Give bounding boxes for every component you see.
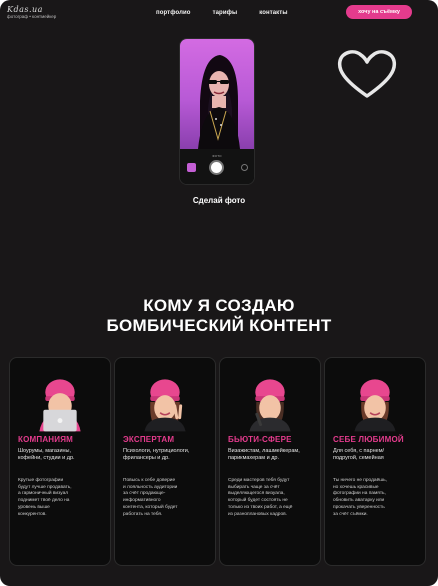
card-description: Среди мастеров тебя будут выбирать чаще … <box>228 478 293 517</box>
section-headline: КОМУ Я СОЗДАЮ БОМБИЧЕСКИЙ КОНТЕНТ <box>0 296 438 336</box>
page: Kdas.ua фотограф • контмейкер портфолио … <box>0 0 438 586</box>
audience-card-self: СЕБЕ ЛЮБИМОЙ Для себя, с парнем/ подруго… <box>324 357 426 566</box>
audience-cards: КОМПАНИЯМ Шоурумы, магазины, кофейни, ст… <box>9 357 429 567</box>
card-title: СЕБЕ ЛЮБИМОЙ <box>333 435 404 444</box>
audience-card-experts: ЭКСПЕРТАМ Психологи, нутрициологи, фрила… <box>114 357 216 566</box>
card-subtitle: Психологи, нутрициологи, фрилансеры и др… <box>123 448 190 461</box>
main-nav: портфолио тарифы контакты <box>156 10 288 16</box>
headline-line-2: БОМБИЧЕСКИЙ КОНТЕНТ <box>106 316 332 335</box>
headline-line-1: КОМУ Я СОЗДАЮ <box>143 296 295 315</box>
memoji-brush-avatar <box>249 379 291 432</box>
gallery-thumbnail[interactable] <box>187 163 196 172</box>
nav-contacts[interactable]: контакты <box>259 10 287 16</box>
phone-mockup: ФОТО <box>179 38 255 185</box>
card-title: БЬЮТИ-СФЕРЕ <box>228 435 292 444</box>
card-title: ЭКСПЕРТАМ <box>123 435 175 444</box>
shutter-button[interactable] <box>209 160 224 175</box>
memoji-peace-avatar <box>144 379 186 432</box>
card-subtitle: Шоурумы, магазины, кофейни, студии и др. <box>18 448 75 461</box>
camera-mode-label: ФОТО <box>212 154 222 158</box>
memoji-laptop-avatar <box>39 379 81 432</box>
hero-caption: Сделай фото <box>192 196 246 205</box>
card-subtitle: Визажистам, лашмейкерам, парикмахерам и … <box>228 448 300 461</box>
nav-portfolio[interactable]: портфолио <box>156 10 191 16</box>
card-description: Крутые фотографии будут лучше продавать,… <box>18 478 72 517</box>
nav-pricing[interactable]: тарифы <box>213 10 238 16</box>
logo-script: Kdas.ua <box>7 5 43 14</box>
logo-subtitle: фотограф • контмейкер <box>7 14 57 19</box>
card-description: Ты ничего не продаёшь, но хочешь красивы… <box>333 478 387 517</box>
audience-card-companies: КОМПАНИЯМ Шоурумы, магазины, кофейни, ст… <box>9 357 111 566</box>
card-description: Повысь к себе доверие и лояльность аудит… <box>123 478 178 517</box>
audience-card-beauty: БЬЮТИ-СФЕРЕ Визажистам, лашмейкерам, пар… <box>219 357 321 566</box>
logo[interactable]: Kdas.ua фотограф • контмейкер <box>7 5 56 19</box>
card-title: КОМПАНИЯМ <box>18 435 74 444</box>
heart-icon <box>337 50 397 98</box>
woman-portrait-illustration <box>198 55 240 149</box>
card-subtitle: Для себя, с парнем/ подругой, семейная <box>333 448 385 461</box>
camera-flip-icon[interactable] <box>241 164 248 171</box>
phone-photo <box>180 39 254 149</box>
memoji-smile-avatar <box>354 379 396 432</box>
book-shoot-button[interactable]: хочу на съёмку <box>346 5 412 19</box>
